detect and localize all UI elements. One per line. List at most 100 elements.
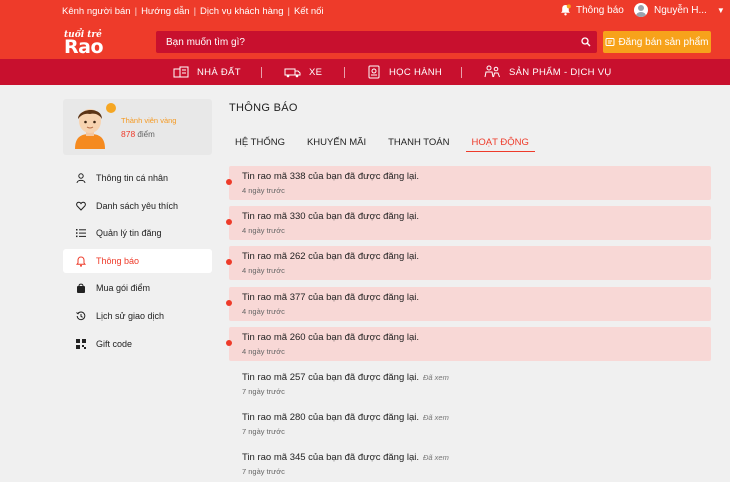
list-icon	[76, 228, 86, 238]
points-label: điểm	[137, 130, 155, 139]
header-notifications-button[interactable]: Thông báo	[560, 2, 624, 18]
tab-system[interactable]: HỆ THỐNG	[229, 136, 291, 152]
unread-dot-icon	[226, 300, 232, 306]
notification-message-line: Tin rao mã 262 của bạn đã được đăng lại.	[242, 251, 419, 262]
nav-label: NHÀ ĐẤT	[197, 66, 241, 78]
notification-time: 7 ngày trước	[242, 387, 285, 396]
sidebar-item-transactions[interactable]: Lịch sử giao dịch	[63, 304, 212, 328]
bell-icon	[561, 4, 571, 16]
divider	[344, 67, 345, 78]
notification-message-line: Tin rao mã 330 của bạn đã được đăng lại.	[242, 211, 419, 222]
unread-dot-icon	[226, 259, 232, 265]
notification-item[interactable]: Tin rao mã 280 của bạn đã được đăng lại.…	[229, 407, 711, 441]
bag-icon	[76, 283, 86, 293]
member-rank: Thành viên vàng	[121, 116, 177, 125]
sidebar-item-label: Mua gói điểm	[96, 283, 151, 293]
notification-item[interactable]: Tin rao mã 257 của bạn đã được đăng lại.…	[229, 367, 711, 401]
notification-item[interactable]: Tin rao mã 262 của bạn đã được đăng lại.…	[226, 246, 711, 280]
user-menu[interactable]: Nguyễn H... ▼	[634, 2, 725, 18]
header-notifications-label: Thông báo	[576, 4, 624, 16]
notification-item[interactable]: Tin rao mã 330 của bạn đã được đăng lại.…	[226, 206, 711, 240]
tab-payments[interactable]: THANH TOÁN	[382, 136, 455, 152]
qr-icon	[76, 339, 86, 349]
unread-dot-icon	[226, 179, 232, 185]
sidebar-item-label: Lịch sử giao dịch	[96, 311, 165, 321]
nav-item-vehicles[interactable]: XE	[284, 59, 322, 85]
top-link-support[interactable]: Dịch vụ khách hàng	[200, 6, 283, 17]
notification-time: 4 ngày trước	[242, 347, 285, 356]
notification-time: 4 ngày trước	[242, 266, 285, 275]
truck-icon	[284, 68, 301, 77]
user-icon	[76, 173, 86, 183]
notification-message: Tin rao mã 280 của bạn đã được đăng lại.	[242, 412, 420, 423]
top-link-seller[interactable]: Kênh người bán	[62, 6, 131, 17]
nav-item-education[interactable]: HỌC HÀNH	[367, 59, 442, 85]
points-value: 878	[121, 129, 136, 139]
avatar	[75, 109, 105, 149]
user-name: Nguyễn H...	[654, 4, 707, 16]
sidebar-item-label: Gift code	[96, 339, 133, 349]
divider: |	[287, 5, 290, 17]
sidebar-item-notifications[interactable]: Thông báo	[63, 249, 212, 273]
nav-item-products-services[interactable]: SẢN PHẨM - DỊCH VỤ	[484, 59, 612, 85]
history-icon	[76, 311, 86, 321]
nav-label: XE	[309, 66, 323, 78]
notification-message-line: Tin rao mã 260 của bạn đã được đăng lại.	[242, 332, 419, 343]
tab-activity[interactable]: HOẠT ĐỘNG	[465, 136, 535, 152]
notification-item[interactable]: Tin rao mã 260 của bạn đã được đăng lại.…	[226, 327, 711, 361]
notification-time: 4 ngày trước	[242, 186, 285, 195]
notification-time: 4 ngày trước	[242, 307, 285, 316]
notification-message: Tin rao mã 262 của bạn đã được đăng lại.	[242, 251, 420, 262]
profile-card: Thành viên vàng 878 điểm	[63, 99, 212, 155]
chevron-down-icon: ▼	[716, 5, 725, 15]
notification-item[interactable]: Tin rao mã 377 của bạn đã được đăng lại.…	[226, 287, 711, 321]
nav-label: SẢN PHẨM - DỊCH VỤ	[509, 66, 612, 78]
divider	[261, 67, 262, 78]
sidebar-item-label: Quản lý tin đăng	[96, 228, 162, 238]
notification-time: 4 ngày trước	[242, 226, 285, 235]
medal-icon	[106, 103, 116, 113]
book-icon	[368, 65, 380, 79]
seen-label: Đã xem	[423, 373, 449, 382]
sidebar-item-listings[interactable]: Quản lý tin đăng	[63, 221, 212, 245]
top-links: Kênh người bán | Hướng dẫn | Dịch vụ khá…	[62, 4, 324, 18]
nav-item-real-estate[interactable]: NHÀ ĐẤT	[173, 59, 241, 85]
divider	[461, 67, 462, 78]
top-link-guide[interactable]: Hướng dẫn	[141, 6, 190, 17]
sidebar-item-label: Thông tin cá nhân	[96, 173, 169, 183]
notification-message-line: Tin rao mã 345 của bạn đã được đăng lại.…	[242, 452, 449, 463]
notification-message: Tin rao mã 260 của bạn đã được đăng lại.	[242, 332, 420, 343]
notification-message: Tin rao mã 338 của bạn đã được đăng lại.	[242, 171, 420, 182]
seen-label: Đã xem	[423, 413, 449, 422]
tab-promotions[interactable]: KHUYẾN MÃI	[301, 136, 372, 152]
notification-message: Tin rao mã 257 của bạn đã được đăng lại.	[242, 372, 420, 383]
top-header: Kênh người bán | Hướng dẫn | Dịch vụ khá…	[0, 0, 730, 80]
post-product-button[interactable]: Đăng bán sản phẩm	[603, 31, 711, 53]
sidebar-item-wishlist[interactable]: Danh sách yêu thích	[63, 194, 212, 218]
post-product-label: Đăng bán sản phẩm	[618, 36, 709, 48]
seen-label: Đã xem	[423, 453, 449, 462]
search-bar	[156, 31, 597, 53]
notification-message-line: Tin rao mã 257 của bạn đã được đăng lại.…	[242, 372, 449, 383]
people-icon	[484, 65, 500, 78]
notification-message-line: Tin rao mã 280 của bạn đã được đăng lại.…	[242, 412, 449, 423]
notification-tabs: HỆ THỐNG KHUYẾN MÃI THANH TOÁN HOẠT ĐỘNG	[229, 136, 545, 152]
search-input[interactable]	[156, 31, 575, 53]
notification-item[interactable]: Tin rao mã 345 của bạn đã được đăng lại.…	[229, 447, 711, 481]
search-icon[interactable]	[575, 31, 597, 53]
sidebar-item-label: Thông báo	[96, 256, 140, 266]
nav-label: HỌC HÀNH	[389, 66, 443, 78]
heart-icon	[76, 201, 86, 211]
logo[interactable]: tuổi trẻ Rao Vặt	[64, 30, 142, 80]
post-icon	[605, 38, 615, 46]
sidebar-item-buy-points[interactable]: Mua gói điểm	[63, 276, 212, 300]
sidebar-item-profile[interactable]: Thông tin cá nhân	[63, 166, 212, 190]
divider: |	[193, 5, 197, 17]
sidebar-item-gift-code[interactable]: Gift code	[63, 332, 212, 356]
sidebar-item-label: Danh sách yêu thích	[96, 201, 179, 211]
notification-item[interactable]: Tin rao mã 338 của bạn đã được đăng lại.…	[226, 166, 711, 200]
top-link-connect[interactable]: Kết nối	[294, 6, 324, 17]
unread-dot-icon	[226, 219, 232, 225]
avatar	[634, 3, 648, 17]
building-icon	[173, 66, 189, 78]
